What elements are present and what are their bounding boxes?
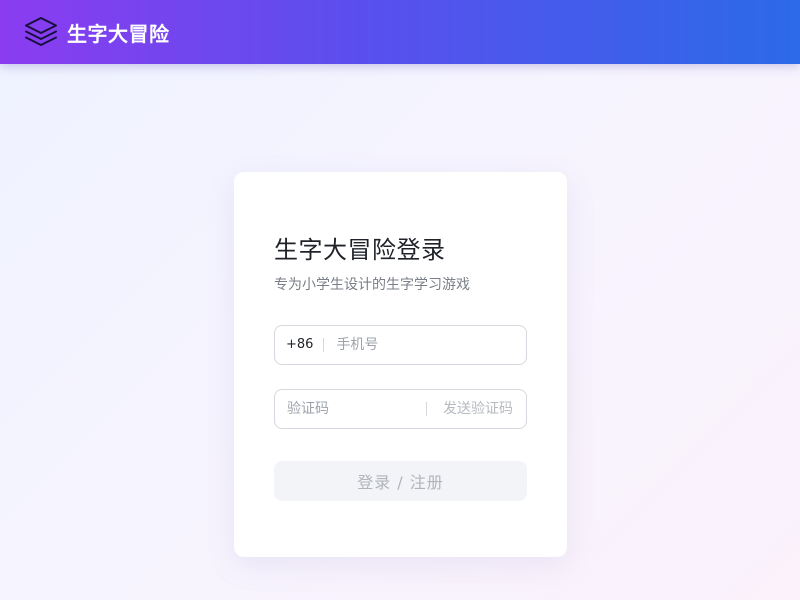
brand-name: 生字大冒险 — [67, 21, 170, 46]
verification-code-input[interactable] — [275, 389, 426, 429]
send-code-button[interactable]: 发送验证码 — [426, 402, 526, 416]
phone-input[interactable] — [324, 325, 526, 365]
login-register-button[interactable]: 登录 / 注册 — [274, 461, 527, 501]
country-code-prefix[interactable]: +86 — [275, 338, 325, 352]
layers-icon — [25, 17, 57, 46]
login-subtitle: 专为小学生设计的生字学习游戏 — [274, 277, 470, 293]
login-card: 生字大冒险登录 专为小学生设计的生字学习游戏 +86 发送验证码 登录 / 注册 — [234, 172, 567, 557]
phone-field: +86 — [274, 325, 527, 365]
verification-code-field: 发送验证码 — [274, 389, 527, 429]
login-title: 生字大冒险登录 — [274, 236, 446, 264]
app-header: 生字大冒险 — [0, 0, 800, 64]
